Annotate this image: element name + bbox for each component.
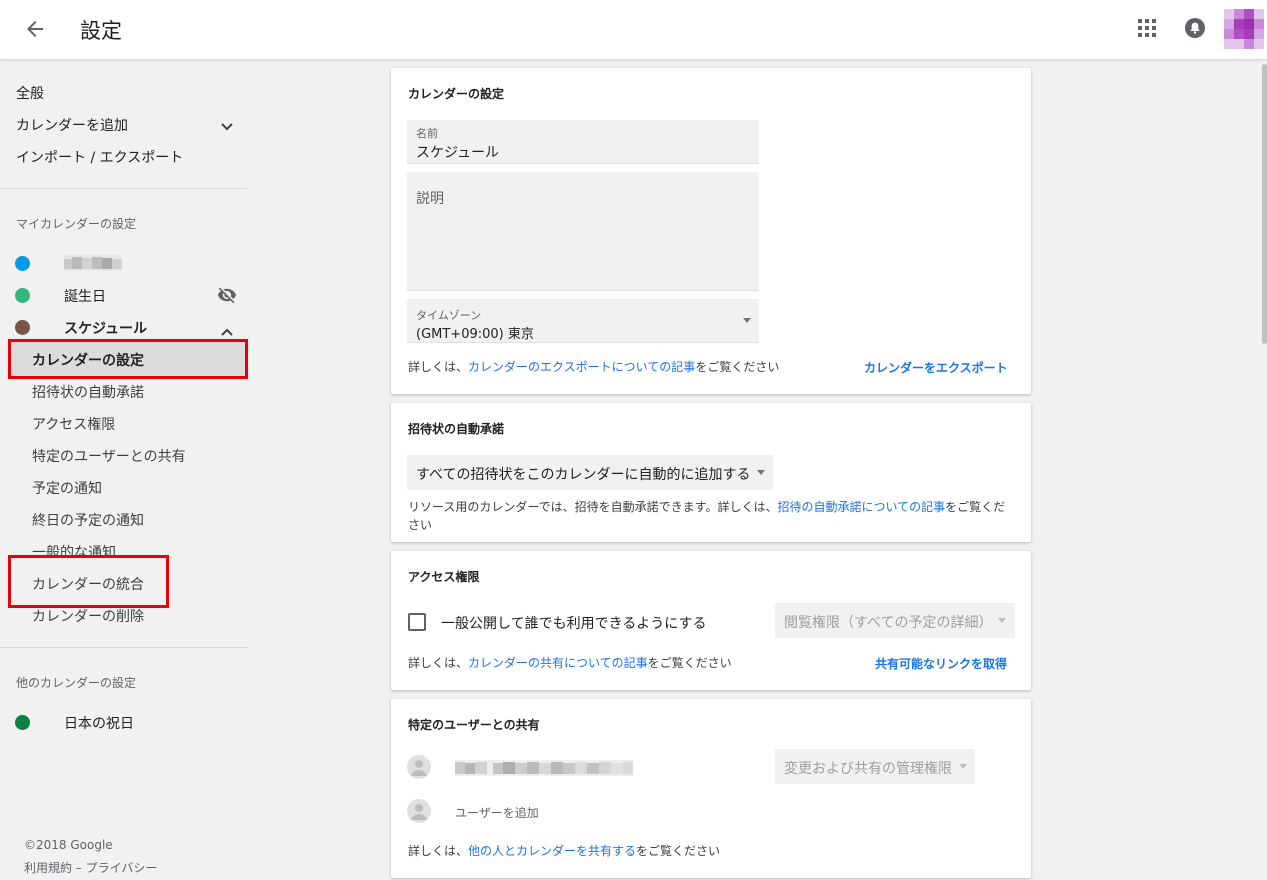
sidebar-item-general[interactable]: 全般 bbox=[16, 83, 44, 103]
footer-links: 利用規約 – プライバシー bbox=[24, 859, 157, 876]
sidebar-subitem-share-users[interactable]: 特定のユーザーとの共有 bbox=[32, 446, 186, 466]
highlight-box-calendar-integrate bbox=[8, 555, 169, 608]
terms-link[interactable]: 利用規約 bbox=[24, 861, 72, 875]
dropdown-arrow-icon bbox=[998, 618, 1006, 623]
field-label: タイムゾーン bbox=[416, 309, 482, 322]
dropdown-arrow-icon bbox=[743, 318, 751, 323]
sidebar-item-add-calendar[interactable]: カレンダーを追加 bbox=[16, 115, 128, 135]
other-calendars-heading: 他のカレンダーの設定 bbox=[16, 676, 137, 690]
info-suffix: をご覧くだ bbox=[945, 500, 1006, 514]
export-calendar-link[interactable]: カレンダーをエクスポート bbox=[864, 359, 1008, 376]
sharing-article-link[interactable]: カレンダーの共有についての記事 bbox=[468, 656, 648, 670]
calendar-name: 日本の祝日 bbox=[64, 716, 134, 732]
back-arrow-icon[interactable] bbox=[20, 14, 50, 44]
page-title: 設定 bbox=[80, 19, 122, 43]
footer-separator: – bbox=[72, 861, 86, 875]
share-calendar-article-link[interactable]: 他の人とカレンダーを共有する bbox=[468, 844, 636, 858]
auto-accept-info-text: リソース用のカレンダーでは、招待を自動承諾できます。詳しくは、招待の自動承諾につ… bbox=[408, 498, 1018, 534]
sidebar-divider bbox=[0, 188, 247, 189]
info-prefix: リソース用のカレンダーでは、招待を自動承諾できます。詳しくは、 bbox=[408, 500, 778, 514]
field-value: (GMT+09:00) 東京 bbox=[416, 327, 534, 342]
share-with-users-card: 特定のユーザーとの共有 変更および共有の管理権限 ユーザーを追加 詳しくは、他の… bbox=[391, 699, 1031, 878]
calendar-item-birthdays[interactable]: 誕生日 bbox=[0, 280, 247, 310]
my-calendars-heading: マイカレンダーの設定 bbox=[16, 217, 137, 231]
account-avatar[interactable] bbox=[1224, 9, 1264, 49]
calendar-color-dot bbox=[15, 256, 30, 271]
auto-accept-dropdown[interactable]: すべての招待状をこのカレンダーに自動的に追加する bbox=[407, 455, 773, 490]
page-scrollbar-track[interactable] bbox=[1262, 60, 1267, 880]
notifications-bell-icon[interactable] bbox=[1184, 17, 1206, 39]
sidebar-item-import-export[interactable]: インポート / エクスポート bbox=[16, 147, 183, 167]
sidebar-subitem-delete[interactable]: カレンダーの削除 bbox=[32, 606, 144, 626]
blurred-calendar-name bbox=[64, 255, 122, 275]
calendar-color-dot bbox=[15, 320, 30, 335]
privacy-link[interactable]: プライバシー bbox=[86, 861, 158, 875]
calendar-settings-card: カレンダーの設定 名前 スケジュール 説明 タイムゾーン (GMT+09:00)… bbox=[391, 68, 1031, 394]
calendar-item-japan-holidays[interactable]: 日本の祝日 bbox=[0, 707, 247, 737]
auto-accept-card: 招待状の自動承諾 すべての招待状をこのカレンダーに自動的に追加する リソース用の… bbox=[391, 403, 1031, 542]
sidebar-subitem-allday-notifications[interactable]: 終日の予定の通知 bbox=[32, 510, 144, 530]
blurred-user-email bbox=[455, 760, 633, 780]
card-title: 招待状の自動承諾 bbox=[408, 422, 505, 436]
dropdown-value: すべての招待状をこのカレンダーに自動的に追加する bbox=[416, 467, 751, 483]
field-placeholder: 説明 bbox=[416, 191, 444, 207]
add-user-button[interactable]: ユーザーを追加 bbox=[455, 804, 539, 821]
info-prefix: 詳しくは、 bbox=[408, 360, 469, 374]
visibility-off-icon[interactable] bbox=[217, 285, 237, 309]
share-info-text: 詳しくは、他の人とカレンダーを共有するをご覧ください bbox=[408, 842, 720, 860]
apps-grid-icon[interactable] bbox=[1138, 19, 1156, 37]
user-avatar-icon bbox=[407, 755, 431, 779]
card-title: アクセス権限 bbox=[408, 570, 480, 584]
calendar-color-dot bbox=[15, 715, 30, 730]
sidebar-subitem-access[interactable]: アクセス権限 bbox=[32, 414, 115, 434]
get-shareable-link[interactable]: 共有可能なリンクを取得 bbox=[875, 655, 1007, 672]
user-permission-dropdown[interactable]: 変更および共有の管理権限 bbox=[775, 749, 975, 784]
info-suffix: をご覧ください bbox=[695, 360, 780, 374]
calendar-item-schedule[interactable]: スケジュール bbox=[0, 312, 247, 342]
calendar-name: スケジュール bbox=[64, 321, 148, 337]
dropdown-value: 閲覧権限（すべての予定の詳細） bbox=[784, 615, 993, 631]
info-suffix-wrap: さい bbox=[408, 518, 433, 532]
sidebar-subitem-event-notifications[interactable]: 予定の通知 bbox=[32, 478, 102, 498]
access-permissions-card: アクセス権限 一般公開して誰でも利用できるようにする 閲覧権限（すべての予定の詳… bbox=[391, 551, 1031, 690]
field-value: スケジュール bbox=[416, 145, 500, 161]
dropdown-arrow-icon bbox=[959, 764, 967, 769]
chevron-down-icon[interactable] bbox=[220, 117, 234, 136]
info-prefix: 詳しくは、 bbox=[408, 844, 469, 858]
dropdown-arrow-icon bbox=[757, 470, 765, 475]
page-scrollbar-thumb[interactable] bbox=[1262, 64, 1267, 344]
app-header: 設定 bbox=[0, 0, 1267, 60]
card-title: カレンダーの設定 bbox=[408, 87, 505, 101]
card-title: 特定のユーザーとの共有 bbox=[408, 718, 540, 732]
public-checkbox[interactable] bbox=[408, 613, 426, 631]
copyright-text: ©2018 Google bbox=[24, 838, 113, 852]
sidebar-divider bbox=[0, 647, 247, 648]
info-suffix: をご覧ください bbox=[636, 844, 721, 858]
field-label: 名前 bbox=[416, 127, 438, 140]
calendar-description-field[interactable]: 説明 bbox=[407, 172, 759, 291]
info-prefix: 詳しくは、 bbox=[408, 656, 469, 670]
public-checkbox-label: 一般公開して誰でも利用できるようにする bbox=[441, 616, 707, 632]
highlight-box-calendar-settings bbox=[8, 339, 248, 379]
calendar-color-dot bbox=[15, 288, 30, 303]
calendar-item-primary[interactable] bbox=[0, 248, 247, 278]
export-info-text: 詳しくは、カレンダーのエクスポートについての記事をご覧ください bbox=[408, 358, 779, 376]
settings-sidebar: 全般 カレンダーを追加 インポート / エクスポート マイカレンダーの設定 誕生… bbox=[0, 60, 262, 880]
sharing-info-text: 詳しくは、カレンダーの共有についての記事をご覧ください bbox=[408, 654, 732, 672]
export-article-link[interactable]: カレンダーのエクスポートについての記事 bbox=[468, 360, 695, 374]
calendar-name: 誕生日 bbox=[64, 289, 106, 305]
add-user-icon[interactable] bbox=[407, 799, 431, 823]
public-permission-dropdown[interactable]: 閲覧権限（すべての予定の詳細） bbox=[775, 603, 1015, 638]
info-suffix: をご覧ください bbox=[647, 656, 732, 670]
auto-accept-article-link[interactable]: 招待の自動承諾についての記事 bbox=[777, 500, 945, 514]
dropdown-value: 変更および共有の管理権限 bbox=[784, 761, 952, 777]
timezone-dropdown[interactable]: タイムゾーン (GMT+09:00) 東京 bbox=[407, 299, 759, 343]
sidebar-subitem-auto-accept[interactable]: 招待状の自動承諾 bbox=[32, 382, 144, 402]
calendar-name-field[interactable]: 名前 スケジュール bbox=[407, 120, 759, 164]
